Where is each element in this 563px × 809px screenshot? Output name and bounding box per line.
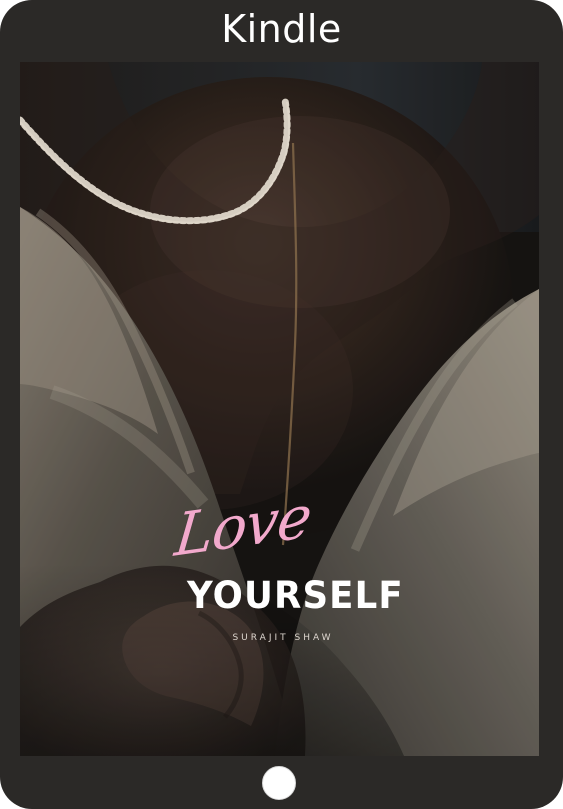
kindle-device-frame: Kindle Love YOURSELF SURAJIT SHAW — [0, 0, 563, 809]
kindle-screen: Love YOURSELF SURAJIT SHAW — [20, 62, 539, 756]
book-cover-image — [20, 62, 539, 756]
kindle-title: Kindle — [221, 7, 342, 51]
home-button-icon[interactable] — [262, 766, 296, 800]
